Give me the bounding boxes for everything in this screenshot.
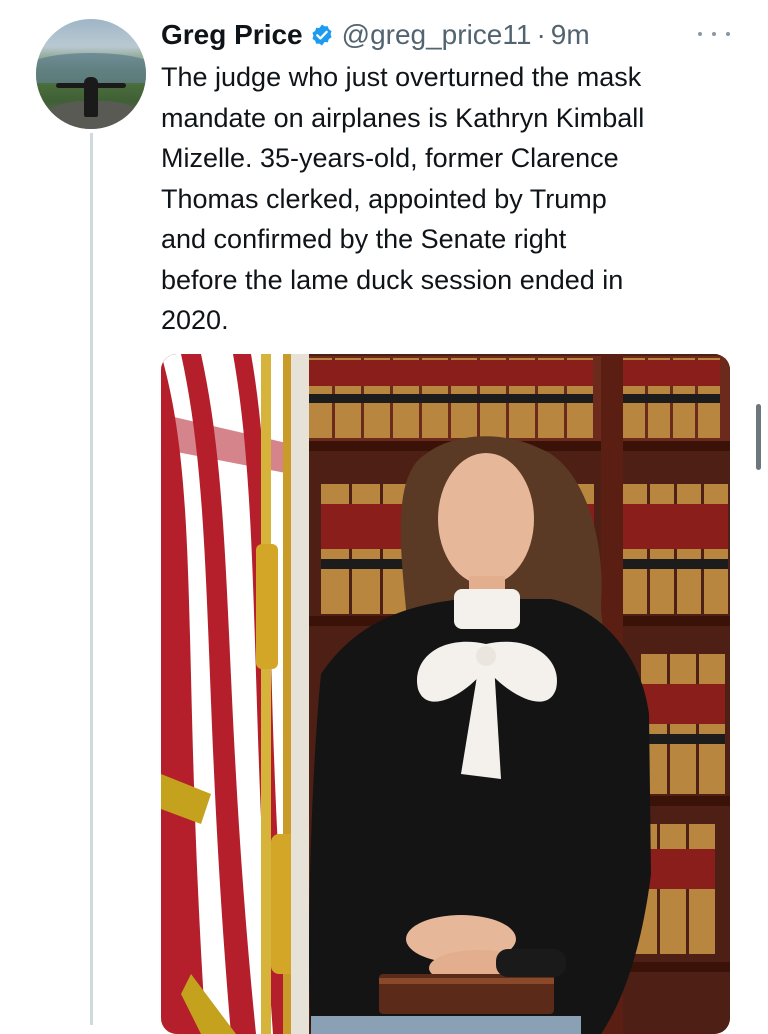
avatar[interactable] [36,19,146,129]
judge-portrait-photo [161,354,730,1034]
more-dot [726,32,730,36]
scrollbar[interactable] [756,404,761,470]
american-flag [161,354,309,1034]
tweet[interactable]: Greg Price @greg_price11 · 9m The judge … [0,0,768,1034]
tweet-timestamp[interactable]: 9m [551,19,590,51]
tweet-image[interactable] [161,354,730,1034]
separator-dot: · [536,19,546,50]
more-options-icon[interactable] [698,22,730,46]
thread-line [90,133,93,1025]
author-name[interactable]: Greg Price [161,19,303,51]
tweet-text: The judge who just overturned the mask m… [161,62,645,335]
tweet-header: Greg Price @greg_price11 · 9m [161,16,590,54]
more-dot [712,32,716,36]
more-dot [698,32,702,36]
verified-badge-icon [310,23,334,47]
author-handle[interactable]: @greg_price11 [342,19,532,51]
avatar-person [84,77,98,117]
